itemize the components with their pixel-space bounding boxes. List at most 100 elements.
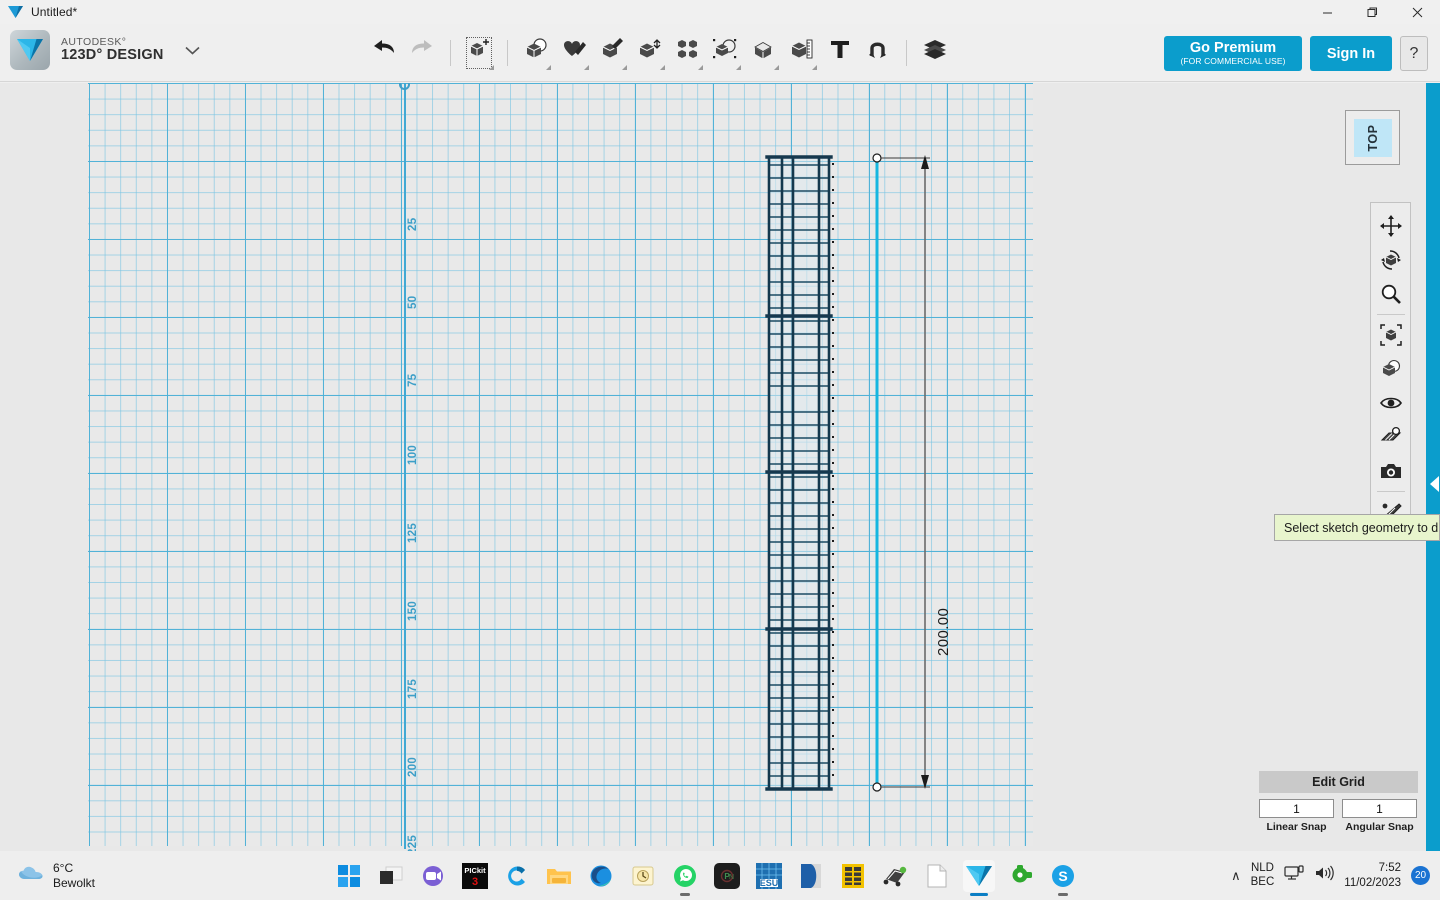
autodesk-123d-icon[interactable] — [963, 859, 995, 896]
anaconda-icon[interactable] — [1005, 860, 1037, 892]
svg-text:S: S — [1058, 868, 1067, 884]
weather-temperature: 6°C — [53, 860, 74, 875]
dimension-value-label[interactable]: 200.00 — [935, 608, 952, 656]
toolbar-separator — [906, 40, 907, 66]
svg-text:3: 3 — [472, 876, 478, 888]
measure-button[interactable] — [783, 31, 821, 75]
whatsapp-icon[interactable] — [669, 860, 701, 896]
minimize-button[interactable] — [1305, 0, 1350, 24]
status-tooltip: Select sketch geometry to dimension — [1274, 514, 1440, 541]
application-window: Untitled* AUTODESK° 123D° DESIGN Go Prem… — [0, 0, 1440, 900]
start-icon[interactable] — [333, 860, 365, 892]
grid-snap-icon[interactable] — [1374, 420, 1408, 454]
close-button[interactable] — [1395, 0, 1440, 24]
redo-button[interactable] — [403, 31, 441, 75]
snap-button[interactable] — [859, 31, 897, 75]
toolbar-corner-marker — [812, 65, 817, 70]
window-title: Untitled* — [31, 5, 78, 19]
toolbar-separator — [507, 40, 508, 66]
modify-button[interactable] — [631, 31, 669, 75]
window-controls — [1305, 0, 1440, 24]
orbit-icon[interactable] — [1374, 243, 1408, 277]
toolbar-corner-marker — [736, 65, 741, 70]
pan-icon[interactable] — [1374, 209, 1408, 243]
transform-button[interactable] — [460, 31, 498, 75]
cura-icon[interactable] — [501, 860, 533, 892]
python-icon[interactable]: P N — [711, 860, 743, 892]
construct-button[interactable] — [593, 31, 631, 75]
angular-snap-input[interactable]: 1 — [1342, 799, 1417, 818]
view-cube[interactable]: TOP — [1345, 110, 1400, 165]
pickit3-icon[interactable]: PICkit 3 — [459, 860, 491, 892]
brand-area[interactable]: AUTODESK° 123D° DESIGN — [10, 30, 201, 70]
primitives-button[interactable] — [517, 31, 555, 75]
tray-time: 7:52 — [1378, 862, 1401, 875]
sign-in-button[interactable]: Sign In — [1310, 36, 1392, 71]
sketchup-icon[interactable] — [879, 860, 911, 892]
tray-chevron-up-icon[interactable]: ∧ — [1231, 868, 1241, 884]
file-explorer-icon[interactable] — [543, 860, 575, 892]
zoom-icon[interactable] — [1374, 277, 1408, 311]
task-view-icon[interactable] — [375, 860, 407, 892]
undo-button[interactable] — [365, 31, 403, 75]
scrollbar-thumb-lower[interactable] — [1426, 408, 1440, 851]
toolbar-separator — [450, 40, 451, 66]
app-toolbar: AUTODESK° 123D° DESIGN Go Premium (FOR C… — [0, 24, 1440, 82]
svg-text:N: N — [729, 874, 734, 881]
document-icon[interactable] — [921, 860, 953, 892]
bluebeam-icon[interactable] — [795, 860, 827, 892]
network-icon[interactable] — [1284, 865, 1304, 886]
notification-badge[interactable]: 20 — [1411, 866, 1430, 885]
fit-icon[interactable] — [1374, 318, 1408, 352]
autodesk-logo-icon — [8, 6, 23, 18]
camera-icon[interactable] — [1374, 454, 1408, 488]
system-tray: ∧ NLD BEC 7:52 11/02/2023 20 — [1231, 861, 1430, 890]
tray-date: 11/02/2023 — [1344, 876, 1401, 889]
maximize-button[interactable] — [1350, 0, 1395, 24]
view-style-icon[interactable] — [1374, 352, 1408, 386]
panel-collapse-arrow-icon[interactable] — [1430, 476, 1439, 492]
visibility-icon[interactable] — [1374, 386, 1408, 420]
tray-language-line-1: NLD — [1250, 861, 1274, 874]
text-button[interactable] — [821, 31, 859, 75]
linear-snap-label: Linear Snap — [1266, 821, 1327, 833]
go-premium-button[interactable]: Go Premium (FOR COMMERCIAL USE) — [1164, 36, 1302, 71]
materials-button[interactable] — [916, 31, 954, 75]
chevron-down-icon[interactable] — [185, 43, 201, 58]
help-button[interactable]: ? — [1400, 36, 1428, 71]
windows-taskbar: 6°C Bewolkt PICkit 3 P N ESU S ∧ NLD BEC… — [0, 851, 1440, 900]
combine-button[interactable] — [745, 31, 783, 75]
tray-clock[interactable]: 7:52 11/02/2023 — [1344, 861, 1401, 890]
sketch-geometry[interactable] — [0, 83, 1440, 851]
teams-icon[interactable] — [417, 860, 449, 892]
pattern-button[interactable] — [669, 31, 707, 75]
account-actions: Go Premium (FOR COMMERCIAL USE) Sign In … — [1164, 36, 1428, 71]
go-premium-sublabel: (FOR COMMERCIAL USE) — [1180, 55, 1286, 66]
elevator-app-icon[interactable] — [837, 860, 869, 892]
view-cube-face-label[interactable]: TOP — [1353, 118, 1392, 157]
taskbar-active-indicator — [970, 892, 988, 896]
taskbar-running-indicator — [680, 892, 690, 896]
svg-text:PICkit: PICkit — [464, 866, 486, 875]
svg-text:ESU: ESU — [760, 878, 779, 888]
scrollbar-thumb-upper[interactable] — [1426, 83, 1440, 408]
edge-icon[interactable] — [585, 860, 617, 892]
toolbar-corner-marker — [698, 65, 703, 70]
taskbar-weather-widget[interactable]: 6°C Bewolkt — [18, 861, 95, 891]
skype-icon[interactable]: S — [1047, 860, 1079, 896]
linear-snap-input[interactable]: 1 — [1259, 799, 1334, 818]
brand-text: AUTODESK° 123D° DESIGN — [61, 36, 164, 63]
weather-description: Bewolkt — [53, 875, 96, 890]
nav-divider — [1376, 314, 1405, 315]
grouping-button[interactable] — [707, 31, 745, 75]
brand-line-2: 123D° DESIGN — [61, 46, 164, 63]
tray-language-indicator[interactable]: NLD BEC — [1251, 862, 1275, 890]
volume-icon[interactable] — [1314, 865, 1335, 886]
esu-icon[interactable]: ESU — [753, 860, 785, 892]
toolbar-corner-marker — [774, 65, 779, 70]
edit-grid-button[interactable]: Edit Grid — [1259, 771, 1418, 793]
right-scroll-gutter[interactable] — [1426, 83, 1440, 851]
sketch-button[interactable] — [555, 31, 593, 75]
model-canvas[interactable]: 25 50 75 100 125 150 175 200 225 200.00 … — [0, 83, 1440, 851]
outlook-icon[interactable] — [627, 860, 659, 892]
